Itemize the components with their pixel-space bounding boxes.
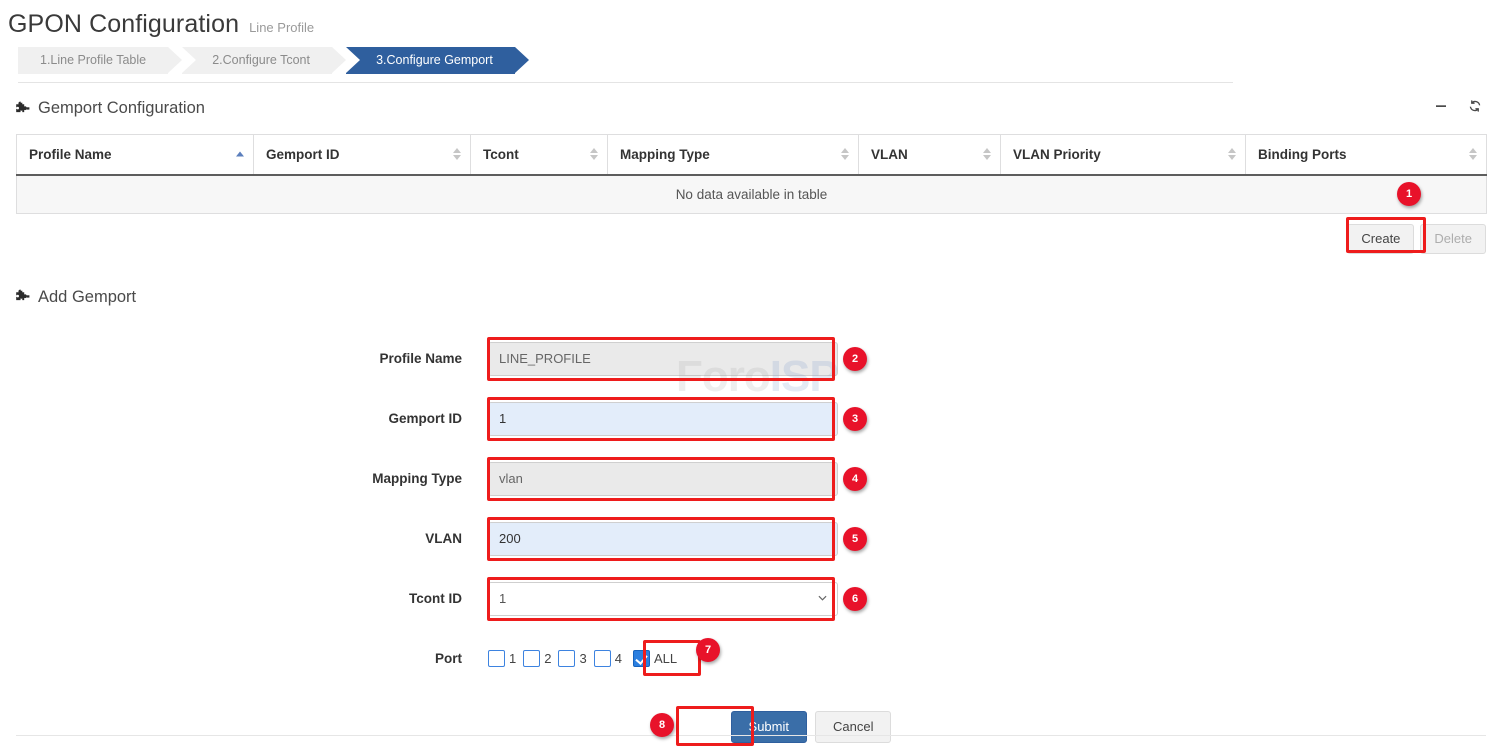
annotation-badge-5: 5 xyxy=(843,527,867,551)
column-header-mapping-type[interactable]: Mapping Type xyxy=(608,135,859,175)
form-row-port: Port 1 2 3 4 xyxy=(0,629,1500,689)
step-label: 1.Line Profile Table xyxy=(40,53,146,67)
column-header-vlan[interactable]: VLAN xyxy=(859,135,1001,175)
column-header-tcont[interactable]: Tcont xyxy=(471,135,608,175)
panel-tools xyxy=(1434,99,1482,113)
port-checkbox-3[interactable]: 3 xyxy=(558,650,586,667)
port-checkbox-4[interactable]: 4 xyxy=(594,650,622,667)
checkbox-box[interactable] xyxy=(488,650,505,667)
footer-divider xyxy=(16,735,1486,736)
form-row-gemport-id: Gemport ID 3 xyxy=(0,389,1500,449)
annotation-badge-1: 1 xyxy=(1397,182,1421,206)
step-label: 2.Configure Tcont xyxy=(212,53,310,67)
checkbox-label: 4 xyxy=(615,651,622,666)
profile-name-input xyxy=(488,342,838,376)
annotation-badge-3: 3 xyxy=(843,407,867,431)
page-subtitle: Line Profile xyxy=(249,20,314,35)
annotation-badge-6: 6 xyxy=(843,587,867,611)
column-label: Tcont xyxy=(483,147,519,162)
checkbox-label: 3 xyxy=(579,651,586,666)
puzzle-piece-icon xyxy=(14,101,30,117)
form-row-vlan: VLAN 5 xyxy=(0,509,1500,569)
port-checkbox-group: 1 2 3 4 ALL 7 xyxy=(488,650,838,667)
refresh-icon[interactable] xyxy=(1468,99,1482,113)
create-button[interactable]: Create xyxy=(1347,224,1414,254)
port-checkbox-all[interactable]: ALL xyxy=(633,650,677,667)
vlan-label: VLAN xyxy=(0,531,488,546)
form-row-profile-name: Profile Name 2 xyxy=(0,329,1500,389)
table-header-row: Profile Name Gemport ID Tcont Mapping Ty… xyxy=(17,135,1487,175)
column-header-vlan-priority[interactable]: VLAN Priority xyxy=(1001,135,1246,175)
column-label: Mapping Type xyxy=(620,147,710,162)
form-submit-row: Submit Cancel 8 xyxy=(0,711,1500,743)
panel-title: Add Gemport xyxy=(38,288,136,307)
checkbox-box[interactable] xyxy=(594,650,611,667)
mapping-type-label: Mapping Type xyxy=(0,471,488,486)
gemport-table-wrapper: Profile Name Gemport ID Tcont Mapping Ty… xyxy=(16,134,1486,214)
port-checkbox-1[interactable]: 1 xyxy=(488,650,516,667)
annotation-badge-8: 8 xyxy=(650,713,674,737)
cancel-button[interactable]: Cancel xyxy=(815,711,891,743)
step-label: 3.Configure Gemport xyxy=(376,53,493,67)
gemport-table: Profile Name Gemport ID Tcont Mapping Ty… xyxy=(16,134,1487,214)
column-label: Binding Ports xyxy=(1258,147,1347,162)
column-label: Gemport ID xyxy=(266,147,340,162)
minimize-icon[interactable] xyxy=(1434,99,1448,113)
port-label: Port xyxy=(0,651,488,666)
vlan-input[interactable] xyxy=(488,522,838,556)
form-row-tcont-id: Tcont ID 1 6 xyxy=(0,569,1500,629)
table-empty-row: No data available in table xyxy=(17,175,1487,214)
gemport-id-label: Gemport ID xyxy=(0,411,488,426)
add-gemport-form: Profile Name 2 Gemport ID 3 Mapping Type… xyxy=(0,329,1500,743)
checkbox-box[interactable] xyxy=(558,650,575,667)
gemport-id-input[interactable] xyxy=(488,402,838,436)
puzzle-piece-icon xyxy=(14,289,30,305)
sort-indicator[interactable] xyxy=(590,148,598,160)
port-checkbox-2[interactable]: 2 xyxy=(523,650,551,667)
column-header-gemport-id[interactable]: Gemport ID xyxy=(254,135,471,175)
sort-indicator[interactable] xyxy=(841,148,849,160)
sort-indicator-asc[interactable] xyxy=(236,152,244,157)
submit-button[interactable]: Submit xyxy=(731,711,807,743)
add-gemport-panel-header: Add Gemport xyxy=(0,254,1500,307)
tcont-id-select[interactable]: 1 xyxy=(488,582,838,616)
checkbox-box[interactable] xyxy=(523,650,540,667)
checkbox-box-checked[interactable] xyxy=(633,650,650,667)
column-header-binding-ports[interactable]: Binding Ports xyxy=(1246,135,1487,175)
tcont-id-label: Tcont ID xyxy=(0,591,488,606)
page-header: GPON Configuration Line Profile xyxy=(0,0,1500,39)
step-line-profile-table[interactable]: 1.Line Profile Table xyxy=(18,47,168,74)
column-label: VLAN xyxy=(871,147,908,162)
table-action-bar: Create Delete 1 xyxy=(16,224,1486,254)
sort-indicator[interactable] xyxy=(1469,148,1477,160)
checkbox-label: ALL xyxy=(654,651,677,666)
mapping-type-input xyxy=(488,462,838,496)
annotation-badge-2: 2 xyxy=(843,347,867,371)
panel-title: Gemport Configuration xyxy=(38,99,205,118)
step-configure-tcont[interactable]: 2.Configure Tcont xyxy=(182,47,332,74)
step-configure-gemport[interactable]: 3.Configure Gemport xyxy=(346,47,515,74)
gemport-configuration-panel-header: Gemport Configuration xyxy=(0,83,1500,118)
column-label: VLAN Priority xyxy=(1013,147,1101,162)
column-header-profile-name[interactable]: Profile Name xyxy=(17,135,254,175)
page-title: GPON Configuration xyxy=(8,10,239,39)
form-row-mapping-type: Mapping Type 4 xyxy=(0,449,1500,509)
sort-indicator[interactable] xyxy=(1228,148,1236,160)
sort-indicator[interactable] xyxy=(983,148,991,160)
checkbox-label: 1 xyxy=(509,651,516,666)
sort-indicator[interactable] xyxy=(453,148,461,160)
annotation-badge-4: 4 xyxy=(843,467,867,491)
empty-message: No data available in table xyxy=(17,175,1487,214)
delete-button: Delete xyxy=(1420,224,1486,254)
profile-name-label: Profile Name xyxy=(0,351,488,366)
annotation-badge-7: 7 xyxy=(696,638,720,662)
column-label: Profile Name xyxy=(29,147,112,162)
wizard-steps: 1.Line Profile Table 2.Configure Tcont 3… xyxy=(18,47,1233,83)
checkbox-label: 2 xyxy=(544,651,551,666)
